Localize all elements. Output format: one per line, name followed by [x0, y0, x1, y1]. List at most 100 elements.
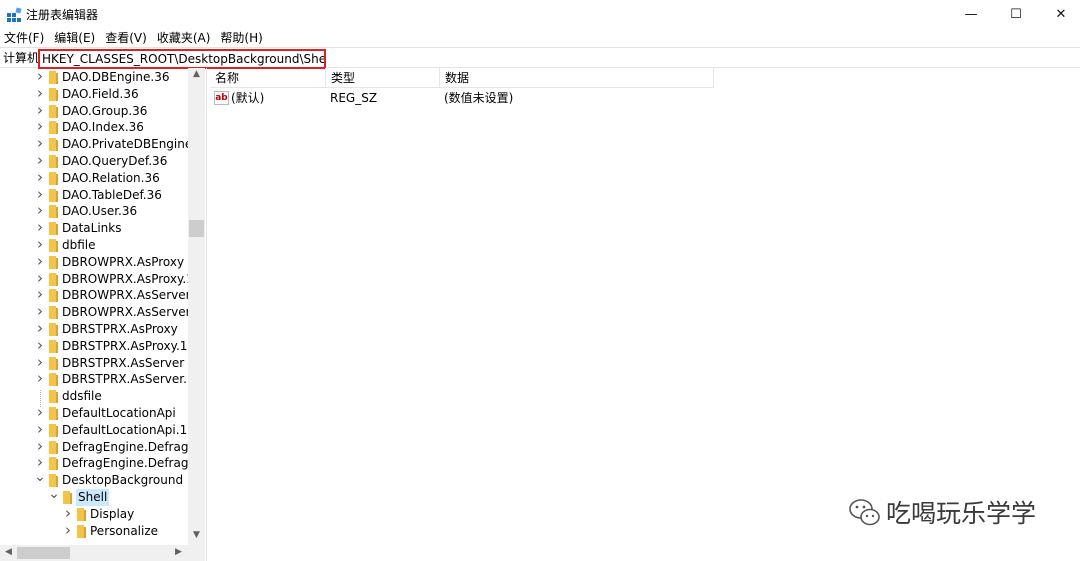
chevron-right-icon[interactable]: › — [34, 270, 46, 286]
tree-item-label: DBROWPRX.AsProxy.1 — [62, 271, 194, 286]
minimize-button[interactable]: — — [948, 0, 994, 29]
folder-icon — [49, 440, 58, 454]
chevron-right-icon[interactable]: › — [34, 253, 46, 269]
chevron-right-icon[interactable]: › — [34, 220, 46, 235]
registry-editor-icon — [7, 7, 22, 22]
chevron-right-icon[interactable]: › — [34, 237, 46, 252]
chevron-right-icon[interactable]: › — [34, 405, 46, 420]
tree-item[interactable]: › DBRSTPRX.AsProxy.1 — [0, 337, 190, 355]
tree-item[interactable]: › DBROWPRX.AsProxy — [0, 253, 190, 271]
chevron-right-icon[interactable]: › — [62, 505, 74, 521]
column-type-header[interactable]: 类型 — [326, 68, 440, 88]
chevron-right-icon[interactable]: › — [34, 421, 46, 437]
tree-item-label: DesktopBackground — [62, 473, 184, 488]
tree-item[interactable]: › DefaultLocationApi.1 — [0, 421, 190, 439]
tree-item-label: Personalize — [90, 523, 159, 538]
tree-item[interactable]: › DAO.QueryDef.36 — [0, 153, 190, 170]
tree-item[interactable]: ddsfile — [0, 388, 190, 405]
chevron-right-icon[interactable]: › — [34, 354, 46, 370]
folder-icon — [49, 423, 58, 437]
tree-item[interactable]: › DAO.Relation.36 — [0, 169, 190, 187]
chevron-right-icon[interactable]: › — [34, 203, 46, 218]
value-list: 名称 类型 数据 ab (默认) REG_SZ (数值未设置) — [210, 68, 1080, 561]
chevron-right-icon[interactable]: › — [34, 371, 46, 386]
menu-file[interactable]: 文件(F) — [0, 29, 48, 47]
chevron-right-icon[interactable]: › — [34, 119, 46, 134]
tree-item[interactable]: ›DefragEngine.DefragEngine.1 — [0, 455, 205, 472]
tree-item-label: DAO.QueryDef.36 — [62, 154, 168, 168]
tree-item[interactable]: › DAO.DBEngine.36 — [0, 69, 190, 86]
chevron-right-icon[interactable]: › — [34, 153, 46, 168]
chevron-right-icon[interactable]: › — [34, 321, 46, 336]
tree-item-label: DBROWPRX.AsServer.1 — [62, 305, 201, 320]
key-tree: › DAO.DBEngine.36 › DAO.Field.36 › DAO.Group.… — [0, 68, 205, 561]
folder-icon — [49, 407, 58, 420]
tree-item[interactable]: › DBROWPRX.AsServer — [0, 287, 191, 304]
chevron-down-icon[interactable]: ⌄ — [48, 487, 60, 504]
menu-help[interactable]: 帮助(H) — [216, 29, 266, 47]
tree-item[interactable]: › DAO.Field.36 — [0, 85, 190, 103]
chevron-right-icon[interactable]: › — [34, 304, 46, 319]
tree-item[interactable]: › DBRSTPRX.AsServer — [0, 354, 190, 372]
tree-item[interactable]: › DBRSTPRX.AsProxy — [0, 321, 190, 338]
column-data-header[interactable]: 数据 — [440, 68, 714, 88]
chevron-right-icon[interactable]: › — [34, 438, 46, 454]
list-row[interactable]: ab (默认) REG_SZ (数值未设置) — [210, 88, 714, 108]
chevron-right-icon[interactable]: › — [34, 69, 46, 84]
scroll-left-icon[interactable]: ◀ — [0, 547, 17, 557]
column-name-header[interactable]: 名称 — [210, 68, 326, 88]
chevron-right-icon[interactable]: › — [34, 186, 46, 202]
tree-item[interactable]: › DAO.Index.36 — [0, 119, 190, 136]
folder-icon — [63, 491, 72, 504]
chevron-right-icon[interactable]: › — [34, 287, 46, 302]
folder-icon — [49, 205, 58, 219]
tree-item[interactable]: › Display — [0, 505, 190, 523]
string-value-icon: ab — [214, 91, 229, 105]
value-data: (数值未设置) — [444, 91, 514, 105]
tree-item-label: DefragEngine.DefragEngine — [62, 439, 205, 454]
tree-item[interactable]: › dbfile — [0, 237, 190, 254]
chevron-right-icon[interactable]: › — [34, 102, 46, 118]
tree-item-label: DAO.TableDef.36 — [62, 187, 162, 202]
maximize-button[interactable]: ☐ — [993, 0, 1039, 29]
tree-vertical-scrollbar[interactable]: ▲ ▼ — [188, 68, 205, 546]
folder-icon — [49, 306, 58, 320]
chevron-right-icon[interactable]: › — [34, 136, 46, 151]
tree-item[interactable]: › DAO.PrivateDBEngine — [0, 136, 192, 153]
wechat-icon — [849, 499, 880, 526]
tree-item[interactable]: ⌄ Shell — [0, 487, 190, 506]
folder-icon — [49, 188, 58, 202]
scroll-up-icon[interactable]: ▲ — [188, 69, 205, 79]
tree-item-label: DefragEngine.DefragEngine.1 — [62, 456, 205, 471]
scroll-down-icon[interactable]: ▼ — [188, 530, 205, 540]
folder-icon — [77, 507, 86, 521]
tree-item[interactable]: › DefaultLocationApi — [0, 405, 190, 422]
tree-scroll-thumb[interactable] — [189, 220, 204, 237]
tree-item[interactable]: › DBRSTPRX.AsServer.1 — [0, 371, 195, 388]
chevron-right-icon[interactable]: › — [34, 169, 46, 185]
scroll-right-icon[interactable]: ▶ — [170, 547, 187, 557]
chevron-right-icon[interactable]: › — [34, 337, 46, 353]
menu-edit[interactable]: 编辑(E) — [50, 29, 99, 47]
chevron-down-icon[interactable]: ⌄ — [34, 470, 46, 487]
tree-item[interactable]: › DataLinks — [0, 220, 190, 237]
tree-item[interactable]: › DefragEngine.DefragEngine — [0, 438, 205, 456]
address-path[interactable]: HKEY_CLASSES_ROOT\DesktopBackground\Shel… — [38, 49, 326, 69]
tree-item[interactable]: › DBROWPRX.AsServer.1 — [0, 304, 201, 321]
tree-item[interactable]: › DBROWPRX.AsProxy.1 — [0, 270, 194, 288]
menu-view[interactable]: 查看(V) — [101, 29, 151, 47]
menu-favorites[interactable]: 收藏夹(A) — [153, 29, 215, 47]
tree-item[interactable]: › DAO.User.36 — [0, 203, 190, 220]
chevron-right-icon[interactable]: › — [62, 522, 74, 538]
address-bar[interactable]: 计算机 HKEY_CLASSES_ROOT\DesktopBackground\… — [0, 47, 1080, 69]
tree-item[interactable]: › DAO.Group.36 — [0, 102, 190, 120]
tree-horizontal-scrollbar[interactable]: ◀ ▶ — [0, 545, 205, 561]
tree-item[interactable]: › DAO.TableDef.36 — [0, 186, 190, 204]
tree-item[interactable]: ⌄ DesktopBackground — [0, 470, 190, 489]
tree-hscroll-thumb[interactable] — [17, 547, 70, 559]
value-type: REG_SZ — [330, 91, 378, 105]
tree-item[interactable]: › Personalize — [0, 522, 190, 540]
close-button[interactable]: ✕ — [1038, 0, 1080, 29]
chevron-right-icon[interactable]: › — [34, 85, 46, 101]
watermark-text: 吃喝玩乐学学 — [886, 499, 1037, 528]
